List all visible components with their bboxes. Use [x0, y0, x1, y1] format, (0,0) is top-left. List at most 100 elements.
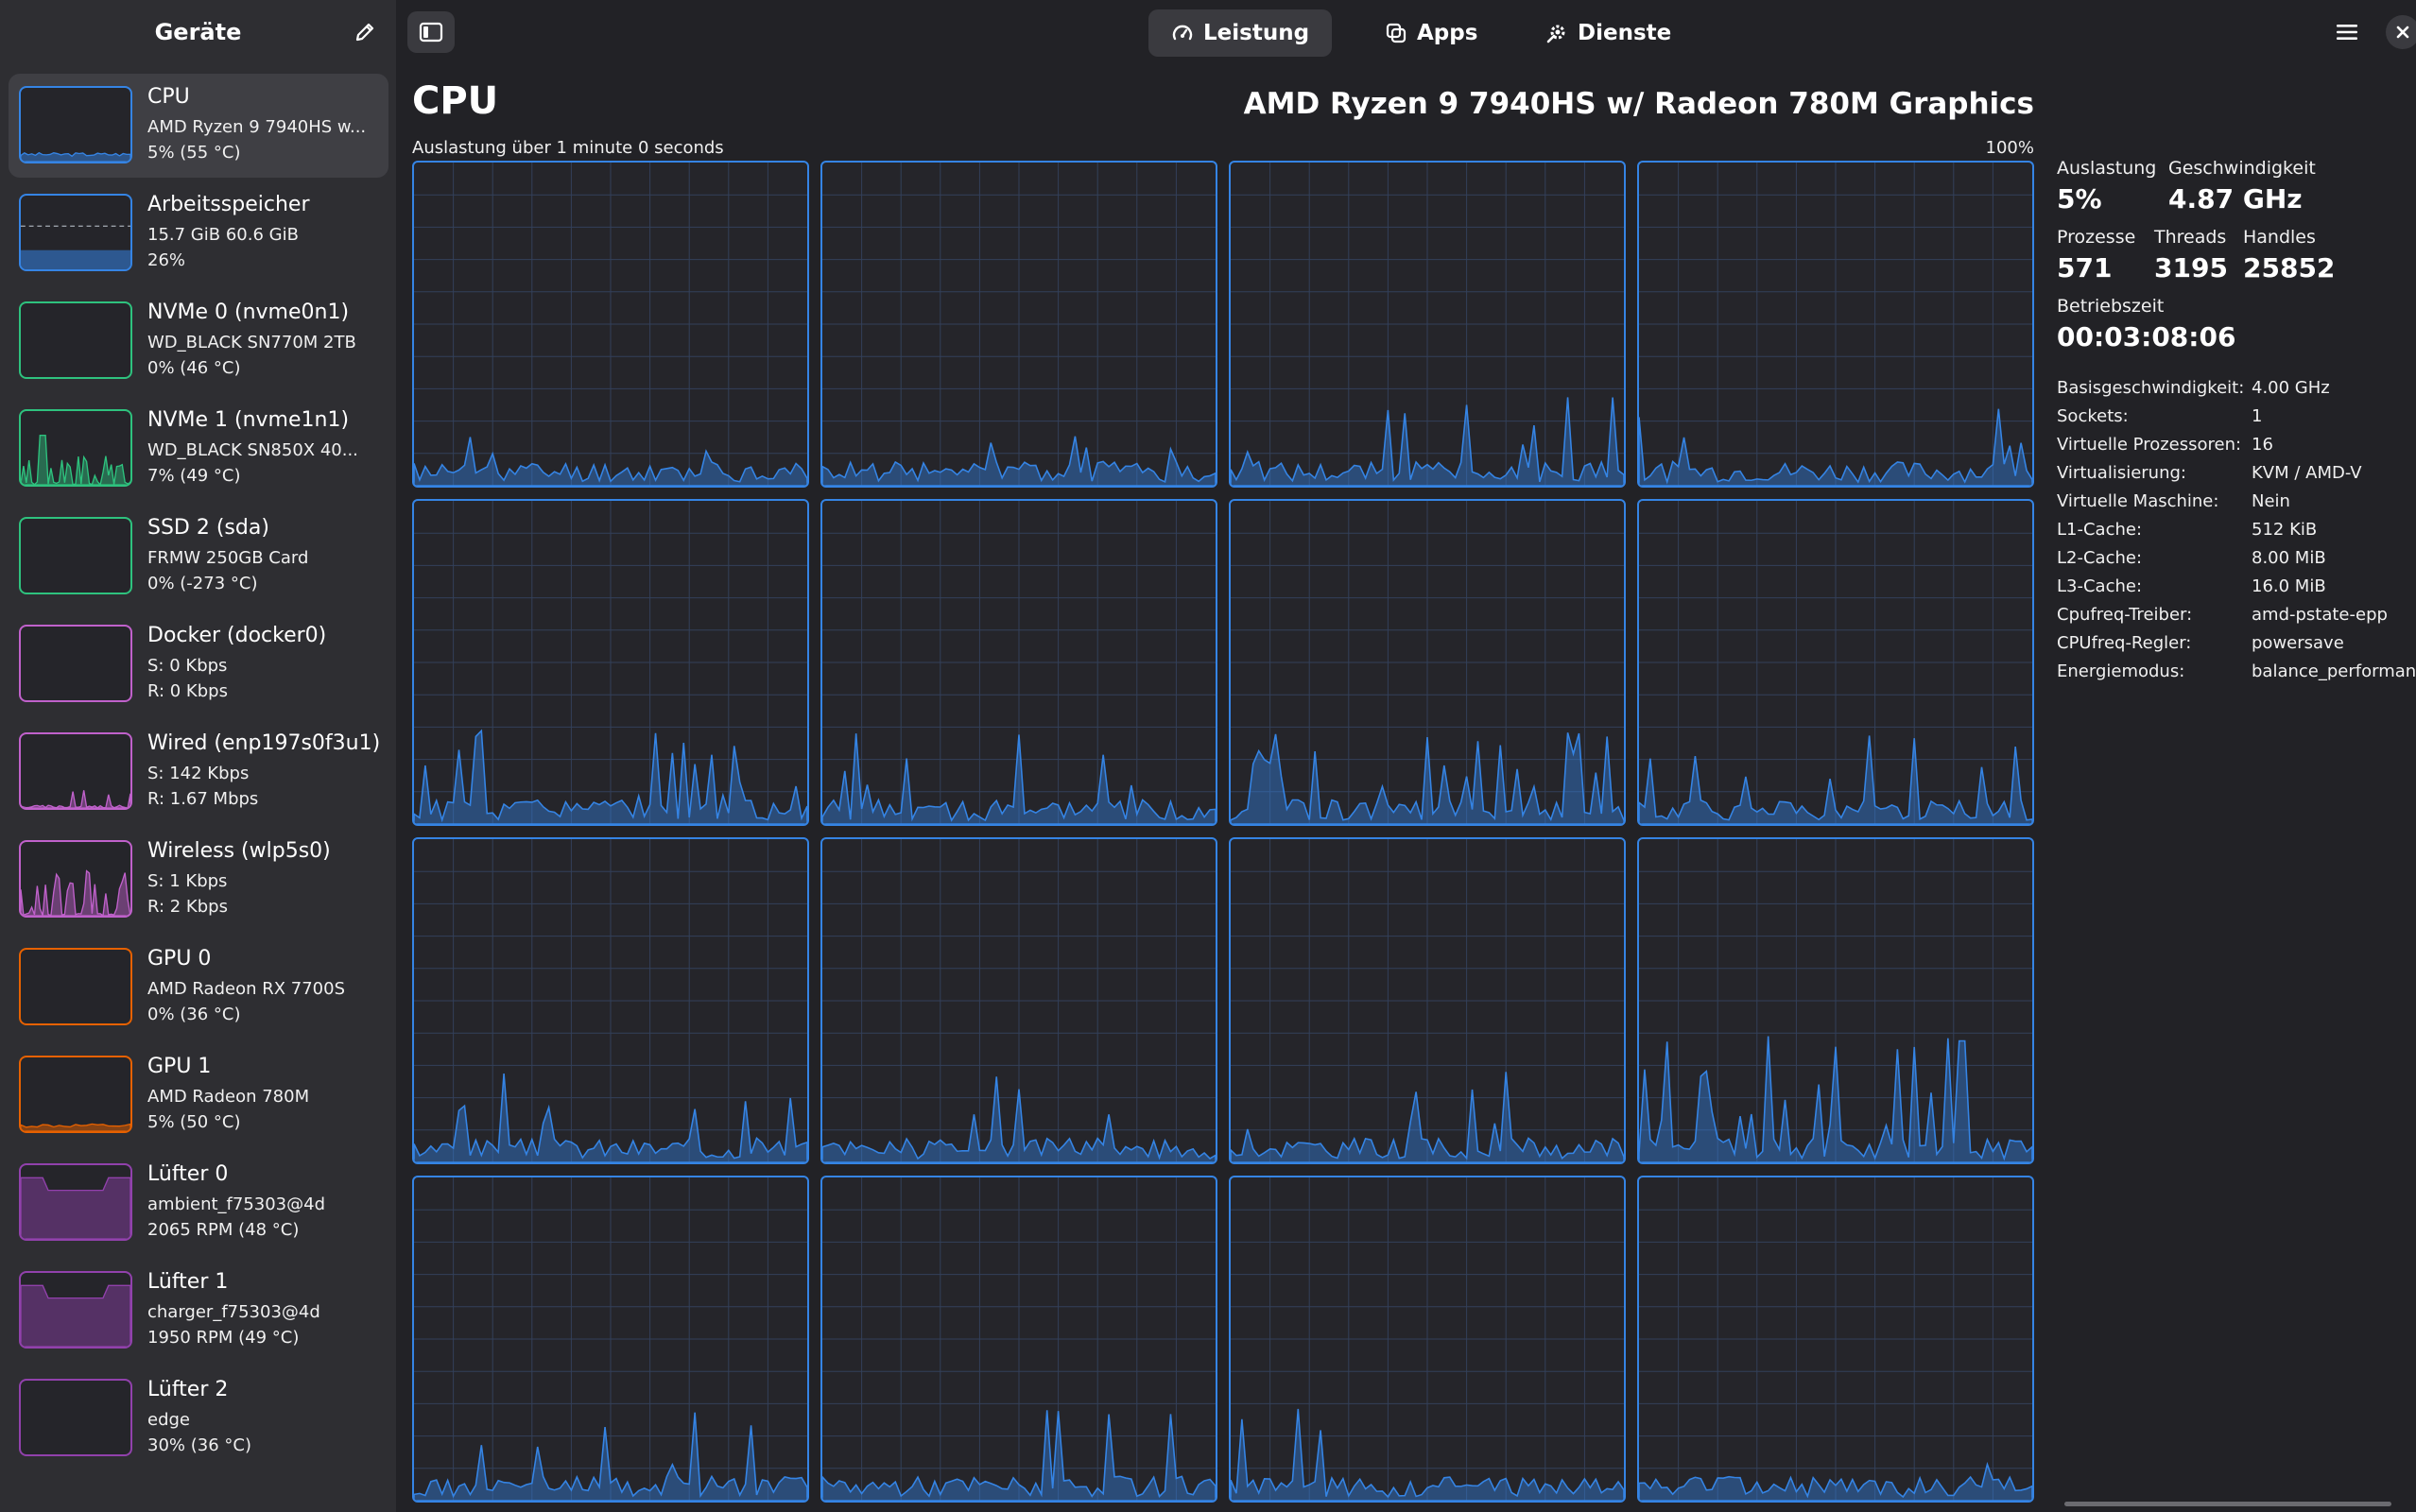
close-icon — [2396, 26, 2409, 39]
info-key: L1-Cache: — [2057, 520, 2143, 540]
cpu-core-graph — [820, 837, 1217, 1164]
device-item[interactable]: Arbeitsspeicher 15.7 GiB 60.6 GiB 26% — [9, 181, 388, 285]
edit-devices-button[interactable] — [346, 15, 384, 49]
processes-value: 571 — [2057, 252, 2113, 284]
device-item[interactable]: Lüfter 2 edge 30% (36 °C) — [9, 1366, 388, 1470]
info-value: KVM / AMD-V — [2252, 463, 2362, 483]
device-name: GPU 1 — [147, 1055, 212, 1078]
cpu-core-graph — [412, 499, 809, 826]
sidebar-toggle-icon — [419, 22, 443, 43]
info-key: Cpufreq-Treiber: — [2057, 605, 2193, 625]
cpu-core-graph — [1637, 499, 2034, 826]
device-status: R: 0 Kbps — [147, 681, 228, 701]
speed-label: Geschwindigkeit — [2168, 158, 2316, 179]
tab-leistung[interactable]: Leistung — [1148, 9, 1333, 57]
handles-label: Handles — [2243, 227, 2316, 248]
device-name: NVMe 0 (nvme0n1) — [147, 301, 350, 324]
device-item[interactable]: Wired (enp197s0f3u1) S: 142 Kbps R: 1.67 M… — [9, 720, 388, 824]
device-name: SSD 2 (sda) — [147, 516, 269, 540]
info-value: 1 — [2252, 406, 2263, 426]
device-name: CPU — [147, 85, 190, 109]
disk-graph — [19, 301, 132, 379]
device-detail: edge — [147, 1410, 190, 1430]
sidebar-toggle-button[interactable] — [407, 11, 455, 53]
device-item[interactable]: NVMe 1 (nvme1n1) WD_BLACK SN850X 40... 7% … — [9, 397, 388, 501]
device-detail: S: 142 Kbps — [147, 764, 250, 783]
fan-graph — [19, 1379, 132, 1456]
device-detail: AMD Ryzen 9 7940HS w... — [147, 117, 367, 137]
gear-icon — [1546, 25, 1565, 43]
apps-icon — [1386, 23, 1406, 43]
device-name: Lüfter 0 — [147, 1162, 229, 1186]
device-item[interactable]: SSD 2 (sda) FRMW 250GB Card 0% (-273 °C) — [9, 505, 388, 609]
device-item[interactable]: GPU 0 AMD Radeon RX 7700S 0% (36 °C) — [9, 936, 388, 1040]
cpu-core-graph — [412, 837, 809, 1164]
device-item[interactable]: Lüfter 0 ambient_f75303@4d 2065 RPM (48 °C… — [9, 1151, 388, 1255]
info-key: Virtuelle Prozessoren: — [2057, 435, 2242, 455]
device-name: Lüfter 1 — [147, 1270, 229, 1294]
device-item[interactable]: Wireless (wlp5s0) S: 1 Kbps R: 2 Kbps — [9, 828, 388, 932]
device-status: R: 1.67 Mbps — [147, 789, 259, 809]
speed-value: 4.87 GHz — [2168, 183, 2303, 215]
close-window-button[interactable] — [2386, 15, 2416, 49]
info-key: Energiemodus: — [2057, 662, 2185, 681]
device-detail: 15.7 GiB 60.6 GiB — [147, 225, 299, 245]
graph-time-caption: Auslastung über 1 minute 0 seconds — [412, 138, 724, 158]
tab-apps[interactable]: Apps — [1362, 9, 1500, 57]
info-key: L2-Cache: — [2057, 548, 2143, 568]
cpu-core-graph — [820, 1176, 1217, 1503]
device-item[interactable]: CPU AMD Ryzen 9 7940HS w... 5% (55 °C) — [9, 74, 388, 178]
cpu-core-graph — [1229, 837, 1626, 1164]
hamburger-menu-icon — [2337, 25, 2357, 40]
tab-dienste-label: Dienste — [1578, 21, 1672, 45]
network-graph — [19, 840, 132, 918]
info-key: Virtualisierung: — [2057, 463, 2186, 483]
tab-leistung-label: Leistung — [1203, 21, 1310, 45]
device-item[interactable]: Docker (docker0) S: 0 Kbps R: 0 Kbps — [9, 612, 388, 716]
cpu-core-graph — [1637, 1176, 2034, 1503]
device-item[interactable]: NVMe 0 (nvme0n1) WD_BLACK SN770M 2TB 0% (4… — [9, 289, 388, 393]
device-status: 7% (49 °C) — [147, 466, 241, 486]
pencil-icon — [355, 23, 374, 42]
device-name: Lüfter 2 — [147, 1378, 229, 1401]
memory-graph — [19, 194, 132, 271]
device-status: 5% (55 °C) — [147, 143, 241, 163]
threads-value: 3195 — [2154, 252, 2228, 284]
device-name: Wired (enp197s0f3u1) — [147, 731, 381, 755]
horizontal-scrollbar[interactable] — [2064, 1502, 2391, 1506]
device-status: 26% — [147, 250, 186, 270]
cpu-core-graph — [412, 1176, 809, 1503]
cpu-core-graph — [412, 161, 809, 488]
tab-dienste[interactable]: Dienste — [1523, 9, 1694, 57]
gpu-graph — [19, 948, 132, 1025]
page-title: CPU — [412, 79, 499, 123]
device-detail: charger_f75303@4d — [147, 1302, 320, 1322]
device-detail: WD_BLACK SN850X 40... — [147, 440, 358, 460]
cpu-core-graph — [1229, 1176, 1626, 1503]
device-name: NVMe 1 (nvme1n1) — [147, 408, 350, 432]
fan-graph — [19, 1163, 132, 1241]
gauge-icon — [1172, 25, 1193, 41]
tab-apps-label: Apps — [1417, 21, 1478, 45]
cpu-core-graph — [820, 499, 1217, 826]
info-key: Sockets: — [2057, 406, 2129, 426]
info-key: L3-Cache: — [2057, 576, 2143, 596]
cpu-core-graph — [1229, 499, 1626, 826]
info-key: CPUfreq-Regler: — [2057, 633, 2192, 653]
device-status: 2065 RPM (48 °C) — [147, 1220, 300, 1240]
device-item[interactable]: GPU 1 AMD Radeon 780M 5% (50 °C) — [9, 1043, 388, 1147]
info-value: 8.00 MiB — [2252, 548, 2326, 568]
cpu-core-graph — [1637, 837, 2034, 1164]
network-graph — [19, 732, 132, 810]
device-item[interactable]: Lüfter 1 charger_f75303@4d 1950 RPM (49 °C… — [9, 1259, 388, 1363]
disk-graph — [19, 517, 132, 594]
device-name: GPU 0 — [147, 947, 212, 971]
info-value: powersave — [2252, 633, 2344, 653]
main-menu-button[interactable] — [2326, 13, 2368, 51]
gpu-graph — [19, 1056, 132, 1133]
device-status: 0% (-273 °C) — [147, 574, 258, 593]
cpu-core-graph — [1637, 161, 2034, 488]
device-detail: S: 0 Kbps — [147, 656, 228, 676]
sidebar: Geräte CPU AMD Ryzen 9 7940HS w... 5% (55 … — [0, 0, 396, 1512]
device-status: 1950 RPM (49 °C) — [147, 1328, 300, 1348]
